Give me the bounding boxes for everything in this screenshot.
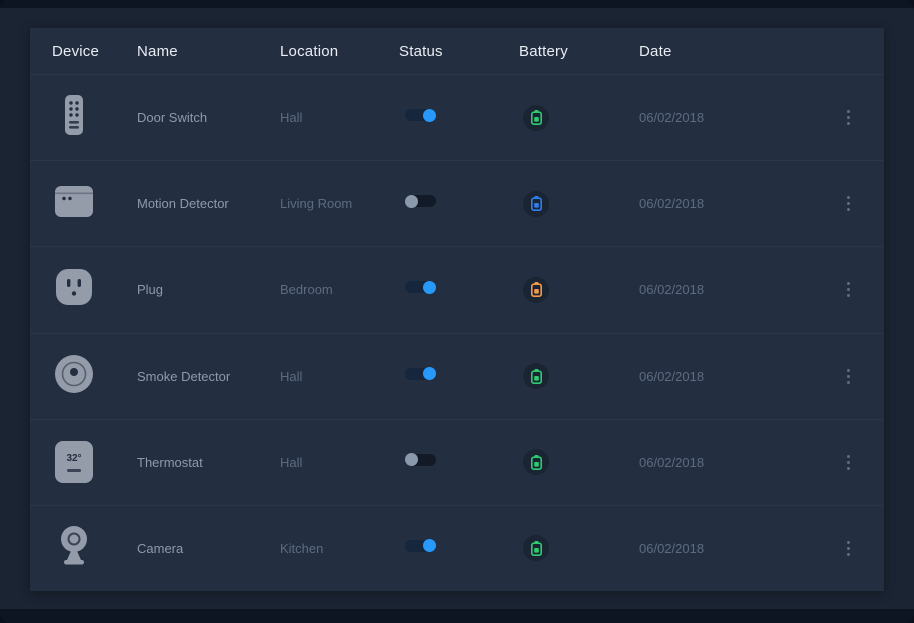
plug-icon	[52, 265, 96, 309]
battery-icon	[531, 455, 542, 470]
table-row: Plug Bedroom 06/02/2018	[30, 246, 884, 332]
device-location: Hall	[280, 455, 399, 470]
device-name: Thermostat	[137, 455, 280, 470]
column-header-battery: Battery	[519, 43, 639, 60]
toggle-thumb	[423, 539, 436, 552]
kebab-menu-icon[interactable]	[843, 106, 854, 129]
device-name: Plug	[137, 282, 280, 297]
toggle-thumb	[405, 195, 418, 208]
column-header-date: Date	[639, 43, 814, 60]
device-date: 06/02/2018	[639, 196, 814, 211]
column-header-status: Status	[399, 43, 519, 60]
table-row: 32° Thermostat Hall 06/02/2018	[30, 419, 884, 505]
device-date: 06/02/2018	[639, 110, 814, 125]
table-body: Door Switch Hall 06/02/2018	[30, 74, 884, 591]
toggle-thumb	[405, 453, 418, 466]
thermostat-icon: 32°	[52, 440, 96, 484]
battery-icon	[531, 369, 542, 384]
device-date: 06/02/2018	[639, 282, 814, 297]
status-toggle[interactable]	[405, 454, 436, 466]
status-toggle[interactable]	[405, 281, 436, 293]
status-toggle[interactable]	[405, 195, 436, 207]
device-date: 06/02/2018	[639, 541, 814, 556]
column-header-device: Device	[52, 43, 137, 60]
device-location: Kitchen	[280, 541, 399, 556]
kebab-menu-icon[interactable]	[843, 278, 854, 301]
device-date: 06/02/2018	[639, 455, 814, 470]
table-row: Motion Detector Living Room 06/02/2018	[30, 160, 884, 246]
device-name: Smoke Detector	[137, 369, 280, 384]
device-location: Living Room	[280, 196, 399, 211]
window-top-edge	[0, 0, 914, 8]
kebab-menu-icon[interactable]	[843, 192, 854, 215]
device-table-card: Device Name Location Status Battery Date	[30, 28, 884, 591]
app-window: Device Name Location Status Battery Date	[0, 0, 914, 623]
kebab-menu-icon[interactable]	[843, 537, 854, 560]
smoke-detector-icon	[52, 352, 96, 396]
column-header-location: Location	[280, 43, 399, 60]
toggle-thumb	[423, 367, 436, 380]
column-header-name: Name	[137, 43, 280, 60]
battery-icon	[531, 110, 542, 125]
battery-icon	[531, 541, 542, 556]
kebab-menu-icon[interactable]	[843, 451, 854, 474]
battery-icon	[531, 196, 542, 211]
thermostat-temp-label: 32°	[66, 453, 81, 464]
battery-indicator	[523, 277, 549, 303]
device-name: Motion Detector	[137, 196, 280, 211]
battery-indicator	[523, 449, 549, 475]
window-bottom-edge	[0, 609, 914, 623]
device-location: Hall	[280, 369, 399, 384]
table-header: Device Name Location Status Battery Date	[30, 28, 884, 74]
toggle-thumb	[423, 281, 436, 294]
battery-indicator	[523, 105, 549, 131]
table-row: Door Switch Hall 06/02/2018	[30, 74, 884, 160]
status-toggle[interactable]	[405, 540, 436, 552]
remote-icon	[52, 93, 96, 137]
motion-detector-icon	[52, 179, 96, 223]
table-row: Smoke Detector Hall 06/02/2018	[30, 333, 884, 419]
camera-icon	[52, 524, 96, 568]
device-name: Door Switch	[137, 110, 280, 125]
battery-indicator	[523, 191, 549, 217]
device-date: 06/02/2018	[639, 369, 814, 384]
battery-indicator	[523, 363, 549, 389]
table-row: Camera Kitchen 06/02/2018	[30, 505, 884, 591]
kebab-menu-icon[interactable]	[843, 365, 854, 388]
device-location: Hall	[280, 110, 399, 125]
status-toggle[interactable]	[405, 109, 436, 121]
status-toggle[interactable]	[405, 368, 436, 380]
device-location: Bedroom	[280, 282, 399, 297]
battery-icon	[531, 282, 542, 297]
battery-indicator	[523, 535, 549, 561]
toggle-thumb	[423, 109, 436, 122]
device-name: Camera	[137, 541, 280, 556]
